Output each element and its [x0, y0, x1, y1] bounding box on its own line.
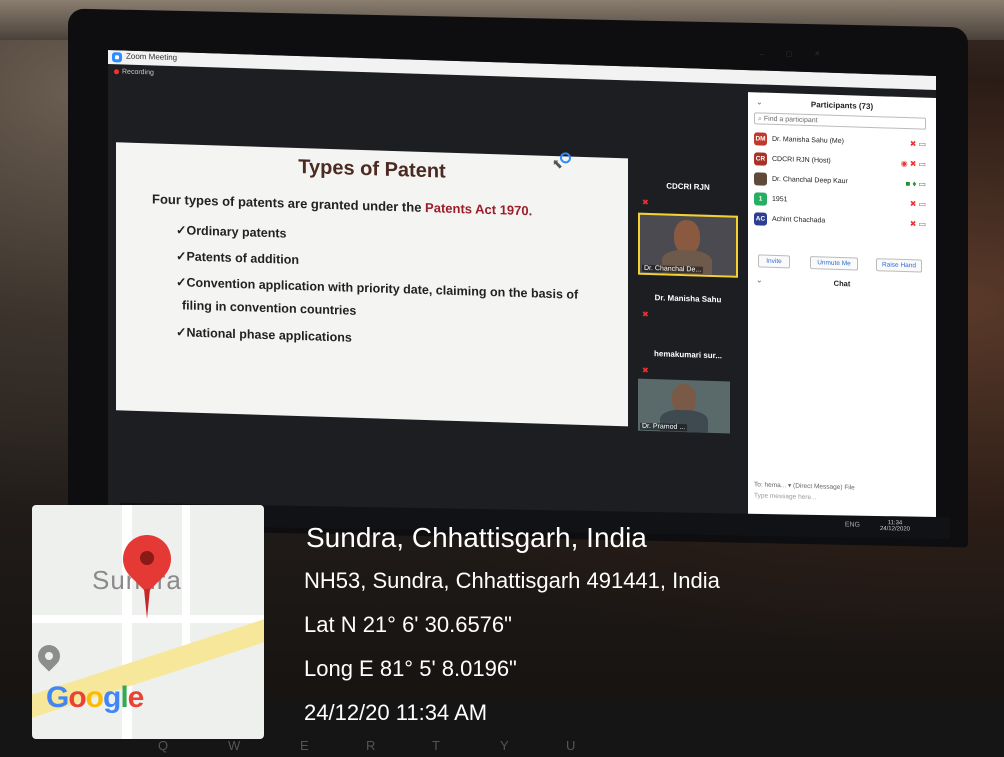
- recording-label: Recording: [122, 68, 154, 77]
- keyboard-key: Y: [500, 738, 509, 753]
- invite-button[interactable]: Invite: [758, 254, 790, 269]
- chat-header: Chat: [833, 278, 851, 289]
- slide-intro: Four types of patents are granted under …: [152, 191, 532, 218]
- participant-name: Dr. Manisha Sahu (Me): [772, 135, 844, 146]
- record-dot-icon: [114, 69, 119, 75]
- avatar: CR: [754, 152, 767, 166]
- mic-muted-icon: ✖: [642, 309, 649, 319]
- mic-muted-icon: ✖▭: [909, 199, 928, 209]
- pegman-pin-dot: [45, 652, 53, 660]
- location-address: NH53, Sundra, Chhattisgarh 491441, India: [304, 568, 720, 593]
- window-title: Zoom Meeting: [126, 51, 178, 63]
- mic-muted-icon: ✖▭: [909, 139, 928, 149]
- video-caption: Dr. Pramod ...: [640, 422, 688, 432]
- slide-intro-highlight: Patents Act 1970.: [425, 199, 533, 219]
- participant-row[interactable]: DM Dr. Manisha Sahu (Me) ✖▭: [754, 132, 930, 152]
- participant-name: CDCRI RJN (Host): [772, 155, 831, 165]
- keyboard-key: R: [366, 738, 376, 753]
- chat-message-input[interactable]: Type message here...: [754, 492, 817, 501]
- zoom-logo-icon: [112, 52, 122, 63]
- participant-search-input[interactable]: ⌕ Find a participant: [754, 112, 926, 130]
- taskbar-clock[interactable]: 11:34 24/12/2020: [879, 520, 910, 533]
- slide-bullet-continuation: filing in convention countries: [182, 298, 357, 318]
- keyboard-key: E: [300, 738, 309, 753]
- participants-panel: ⌄ Participants (73) ⌕ Find a participant…: [748, 92, 936, 532]
- participant-row[interactable]: Dr. Chanchal Deep Kaur ■♦▭: [754, 172, 930, 192]
- recording-indicator: Recording: [114, 68, 154, 76]
- video-tile-chanchal[interactable]: Dr. Chanchal De...: [638, 212, 738, 278]
- participant-row[interactable]: CR CDCRI RJN (Host) ◉✖▭: [754, 152, 930, 172]
- video-name-manisha: Dr. Manisha Sahu: [654, 293, 722, 305]
- location-longitude: Long E 81° 5' 8.0196": [304, 656, 517, 681]
- participant-name: 1951: [772, 195, 788, 204]
- map-thumbnail: Sundra Google: [32, 505, 264, 739]
- slide-bullet: ✓Convention application with priority da…: [176, 275, 579, 302]
- cursor-highlight-icon: [560, 152, 571, 164]
- slide-intro-text: Four types of patents are granted under …: [152, 191, 426, 215]
- location-datetime: 24/12/20 11:34 AM: [304, 700, 488, 725]
- participants-header: Participants (73): [810, 100, 874, 112]
- video-name-hemakumari: hemakumari sur...: [653, 349, 723, 361]
- unmute-me-button[interactable]: Unmute Me: [810, 256, 858, 271]
- video-caption: Dr. Chanchal De...: [642, 264, 704, 274]
- slide-bullet: ✓Patents of addition: [176, 249, 299, 268]
- slide-bullet: ✓National phase applications: [176, 325, 352, 345]
- location-latitude: Lat N 21° 6' 30.6576": [304, 612, 512, 637]
- participant-row[interactable]: AC Achint Chachada ✖▭: [754, 212, 930, 232]
- participant-row[interactable]: 1 1951 ✖▭: [754, 192, 930, 212]
- location-pin-dot: [140, 551, 154, 565]
- map-road: [32, 615, 264, 623]
- keyboard-key: T: [432, 738, 440, 753]
- raise-hand-button[interactable]: Raise Hand: [876, 258, 922, 273]
- mic-muted-icon: ✖: [642, 365, 649, 375]
- tray-language[interactable]: ENG: [845, 521, 860, 528]
- avatar: DM: [754, 132, 767, 146]
- participant-name: Achint Chachada: [772, 215, 826, 225]
- location-place: Sundra, Chhattisgarh, India: [306, 522, 647, 553]
- search-placeholder: Find a participant: [763, 115, 818, 125]
- map-road: [182, 505, 190, 655]
- slide-bullet: ✓Ordinary patents: [176, 223, 287, 241]
- participant-name: Dr. Chanchal Deep Kaur: [772, 175, 848, 186]
- keyboard-key: U: [566, 738, 576, 753]
- screen-share-icon: ■♦▭: [905, 179, 928, 189]
- mic-muted-icon: ✖▭: [909, 219, 928, 229]
- avatar: AC: [754, 212, 767, 226]
- mic-muted-icon: ◉✖▭: [900, 158, 928, 169]
- avatar: [754, 172, 767, 186]
- video-name-cdcri: CDCRI RJN: [666, 181, 710, 192]
- mic-muted-icon: ✖: [642, 197, 649, 207]
- keyboard-key: Q: [158, 738, 169, 753]
- chat-recipient-selector[interactable]: To: hema... ▾ (Direct Message) File: [754, 480, 855, 491]
- window-controls[interactable]: – ▢ ✕: [760, 50, 830, 58]
- keyboard-key: W: [228, 738, 241, 753]
- video-gallery: CDCRI RJN ✖ Dr. Chanchal De... Dr. Manis…: [636, 143, 740, 476]
- clock-date: 24/12/2020: [879, 526, 910, 533]
- shared-slide: Types of Patent ⬉ Four types of patents …: [116, 142, 628, 427]
- avatar: 1: [754, 192, 767, 206]
- laptop-screen: Zoom Meeting Recording Types of Patent ⬉…: [108, 50, 936, 532]
- google-logo: Google: [46, 681, 144, 714]
- video-tile-pramod[interactable]: Dr. Pramod ...: [638, 378, 730, 434]
